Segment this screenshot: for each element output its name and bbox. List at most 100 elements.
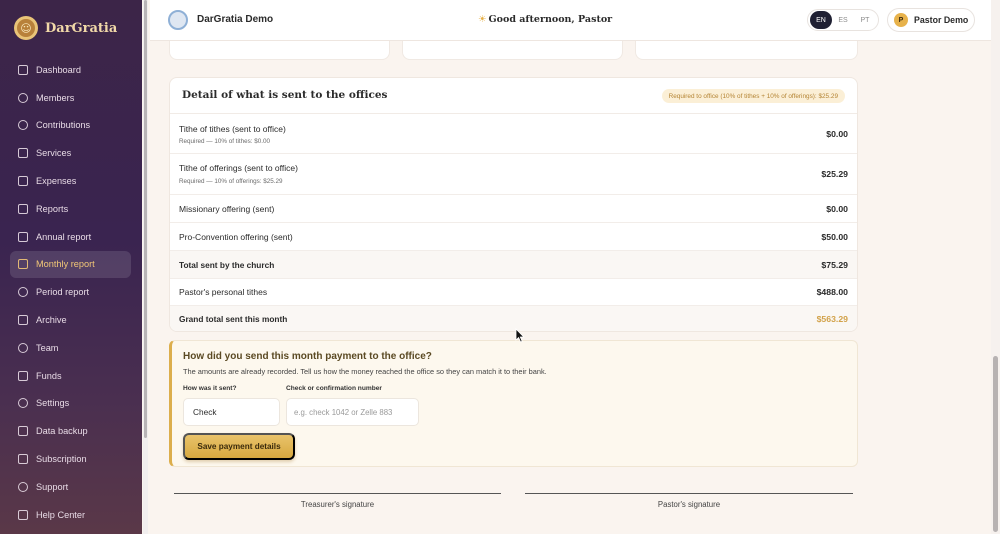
sidebar-scrollbar[interactable]: [143, 0, 148, 534]
book-icon: [18, 509, 28, 520]
page-scrollbar-thumb[interactable]: [993, 356, 998, 532]
required-badge: Required to office (10% of tithes + 10% …: [661, 89, 845, 103]
dollar-icon: [18, 120, 28, 131]
sidebar-item-label: Annual report: [36, 231, 92, 242]
summary-card: [635, 41, 858, 60]
page-scrollbar[interactable]: [991, 0, 1000, 534]
row-label: Tithe of tithes (sent to office): [179, 124, 286, 134]
sidebar-item-label: Archive: [36, 315, 67, 326]
users-icon: [18, 92, 28, 103]
user-icon: [18, 342, 28, 353]
help-icon: [18, 481, 28, 492]
table-row: Pastor's personal tithes $488.00: [170, 279, 857, 306]
document-icon: [18, 259, 28, 270]
pastor-signature-line: [525, 493, 853, 494]
sidebar-item-services[interactable]: Services: [10, 139, 131, 167]
sidebar-item-funds[interactable]: Funds: [10, 362, 131, 390]
church-icon: [18, 148, 28, 159]
row-amount: $75.29: [821, 260, 848, 270]
detail-title: Detail of what is sent to the offices: [182, 89, 388, 101]
confirmation-label: Check or confirmation number: [286, 385, 382, 392]
row-amount: $563.29: [816, 314, 848, 324]
mouse-cursor-icon: [515, 328, 525, 343]
sidebar-item-label: Support: [36, 481, 69, 492]
brand[interactable]: ☺ DarGratia: [14, 16, 117, 40]
sidebar-item-label: Settings: [36, 398, 70, 409]
piggy-bank-icon: [18, 370, 28, 381]
method-select[interactable]: Check: [183, 398, 280, 426]
language-es[interactable]: ES: [832, 11, 854, 29]
sun-icon: ☀: [478, 14, 487, 25]
user-menu[interactable]: P Pastor Demo: [887, 8, 975, 32]
sidebar-item-label: Period report: [36, 287, 90, 298]
card-icon: [18, 454, 28, 465]
payment-card: How did you send this month payment to t…: [169, 340, 858, 467]
calendar-icon: [18, 231, 28, 242]
sidebar: ☺ DarGratia Dashboard Members Contributi…: [0, 0, 142, 534]
row-amount: $50.00: [821, 232, 848, 242]
wallet-icon: [18, 176, 28, 187]
sidebar-item-annual-report[interactable]: Annual report: [10, 223, 131, 251]
row-label: Grand total sent this month: [179, 314, 288, 324]
top-header: DarGratia Demo ☀ Good afternoon, Pastor E…: [150, 0, 991, 41]
sidebar-item-label: Expenses: [36, 176, 77, 187]
sidebar-item-archive[interactable]: Archive: [10, 306, 131, 334]
sidebar-nav: Dashboard Members Contributions Services…: [10, 56, 131, 529]
sidebar-item-label: Subscription: [36, 454, 87, 465]
row-sublabel: Required — 10% of offerings: $25.29: [179, 178, 283, 185]
language-pt[interactable]: PT: [854, 11, 876, 29]
brand-logo-icon: ☺: [14, 16, 38, 40]
avatar: P: [894, 13, 908, 27]
sidebar-item-reports[interactable]: Reports: [10, 195, 131, 223]
sidebar-item-data-backup[interactable]: Data backup: [10, 417, 131, 445]
sidebar-item-members[interactable]: Members: [10, 84, 131, 112]
sidebar-item-label: Dashboard: [36, 64, 81, 75]
sidebar-item-dashboard[interactable]: Dashboard: [10, 56, 131, 84]
sidebar-item-team[interactable]: Team: [10, 334, 131, 362]
sidebar-item-subscription[interactable]: Subscription: [10, 445, 131, 473]
sidebar-item-period-report[interactable]: Period report: [10, 278, 131, 306]
sidebar-item-monthly-report[interactable]: Monthly report: [10, 250, 131, 279]
confirmation-input[interactable]: e.g. check 1042 or Zelle 883: [286, 398, 419, 426]
sidebar-item-expenses[interactable]: Expenses: [10, 167, 131, 195]
pastor-signature-label: Pastor's signature: [657, 500, 721, 509]
detail-header: Detail of what is sent to the offices Re…: [170, 78, 857, 114]
sidebar-item-label: Help Center: [36, 509, 86, 520]
table-row: Missionary offering (sent) $0.00: [170, 195, 857, 223]
sidebar-item-settings[interactable]: Settings: [10, 390, 131, 418]
payment-description: The amounts are already recorded. Tell u…: [183, 367, 547, 376]
language-switcher: EN ES PT: [807, 9, 879, 31]
row-amount: $0.00: [826, 129, 848, 139]
folder-icon: [18, 426, 28, 437]
table-row: Tithe of tithes (sent to office) Require…: [170, 114, 857, 154]
total-row: Total sent by the church $75.29: [170, 251, 857, 279]
treasurer-signature-line: [174, 493, 501, 494]
row-label: Tithe of offerings (sent to office): [179, 163, 298, 173]
sidebar-item-contributions[interactable]: Contributions: [10, 112, 131, 140]
sidebar-scrollbar-thumb[interactable]: [144, 0, 147, 438]
greeting: ☀ Good afternoon, Pastor: [478, 14, 612, 25]
sidebar-item-label: Reports: [36, 203, 69, 214]
brand-name: DarGratia: [45, 20, 118, 36]
treasurer-signature-label: Treasurer's signature: [300, 500, 375, 509]
row-sublabel: Required — 10% of tithes: $0.00: [179, 138, 271, 145]
payment-title: How did you send this month payment to t…: [183, 351, 432, 362]
church-logo-icon: [168, 10, 188, 30]
row-amount: $25.29: [821, 169, 848, 179]
sidebar-item-support[interactable]: Support: [10, 473, 131, 501]
grid-icon: [18, 64, 28, 75]
row-amount: $0.00: [826, 204, 848, 214]
language-en[interactable]: EN: [810, 11, 832, 29]
table-row: Tithe of offerings (sent to office) Requ…: [170, 154, 857, 195]
sidebar-item-label: Members: [36, 92, 75, 103]
row-label: Pastor's personal tithes: [179, 287, 268, 297]
sidebar-item-help-center[interactable]: Help Center: [10, 501, 131, 529]
row-label: Missionary offering (sent): [179, 204, 275, 214]
table-row: Pro-Convention offering (sent) $50.00: [170, 223, 857, 251]
row-label: Total sent by the church: [179, 260, 275, 270]
save-payment-button[interactable]: Save payment details: [183, 433, 295, 460]
user-name: Pastor Demo: [914, 15, 969, 25]
archive-icon: [18, 315, 28, 326]
clock-icon: [18, 287, 28, 298]
row-label: Pro-Convention offering (sent): [179, 232, 293, 242]
